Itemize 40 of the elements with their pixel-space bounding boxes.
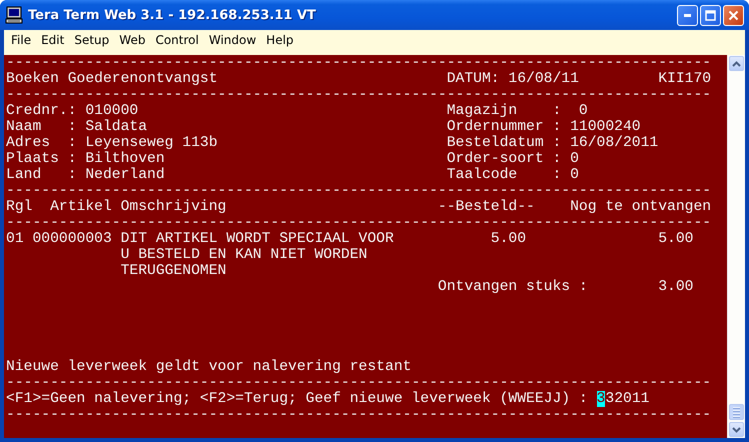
terminal-line: Adres : Leyenseweg 113b Besteldatum : 16/08/2011 [6,135,658,151]
menu-item[interactable]: Help [261,32,299,46]
terminal-line: Boeken Goederenontvangst DATUM: 16/08/11 KII170 [6,71,712,87]
dashed-separator: -------------------------------------------------------------------------------- [6,87,712,103]
window-title: Tera Term Web 3.1 - 192.168.253.11 VT [28,8,317,22]
dashed-separator: -------------------------------------------------------------------------------- [6,215,712,231]
scroll-thumb[interactable] [729,404,744,420]
terminal-line: Rgl Artikel Omschrijving --Besteld-- Nog te ontvangen [6,199,712,215]
maximize-icon [705,10,716,20]
dashed-separator: -------------------------------------------------------------------------------- [6,183,712,199]
terminal-app-icon [5,6,23,24]
minimize-icon [684,14,691,16]
terminal-line: TERUGGENOMEN [120,263,226,279]
caret-up-icon [732,60,741,66]
terminal-line: Plaats : Bilthoven Order-soort : 0 [6,151,579,167]
terminal-line: U BESTELD EN KAN NIET WORDEN [120,247,368,263]
terminal-line: Ontvangen stuks : 3.00 [436,279,694,295]
close-icon [728,10,739,20]
menu-item[interactable]: File [6,32,36,46]
maximize-button[interactable] [700,4,721,26]
terminal-line: Nieuwe leverweek geldt voor nalevering restant [6,359,412,375]
menu-item[interactable]: Edit [36,32,70,46]
terminal-line: Naam : Saldata Ordernummer : 11000240 [6,119,641,135]
close-button[interactable] [723,4,744,26]
dashed-separator: -------------------------------------------------------------------------------- [6,55,712,71]
scroll-up-button[interactable] [729,56,744,71]
terminal-prompt: <F1>=Geen nalevering; <F2>=Terug; Geef nieuwe leverweek (WWEEJJ) : [6,391,589,407]
menu-item[interactable]: Control [150,32,204,46]
menu-item[interactable]: Setup [69,32,114,46]
scroll-down-button[interactable] [729,422,744,437]
dashed-separator: -------------------------------------------------------------------------------- [6,407,712,423]
input-field[interactable]: 332011 [596,391,650,407]
terminal-line: Land : Nederland Taalcode : 0 [6,167,579,183]
menu-item[interactable]: Web [114,32,150,46]
terminal-line: 01 000000003 DIT ARTIKEL WORDT SPECIAAL VOOR 5.00 5.00 [6,231,694,247]
dashed-separator: -------------------------------------------------------------------------------- [6,375,712,391]
menu-item[interactable]: Window [204,32,262,46]
terminal-line: Crednr.: 010000 Magazijn : 0 [6,103,588,119]
minimize-button[interactable] [677,4,698,26]
caret-down-icon [732,426,741,432]
